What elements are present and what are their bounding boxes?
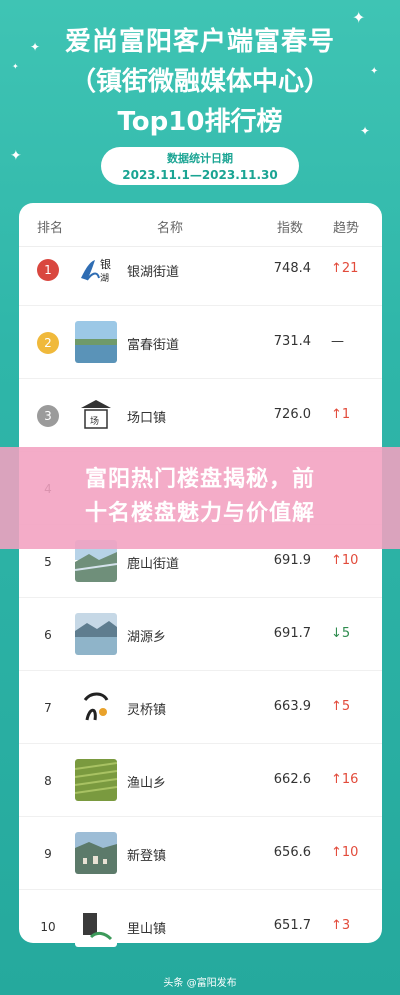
rank-badge-silver: 3 xyxy=(37,405,59,427)
table-row[interactable]: 1 银 湖 银湖街道 748.4 ↑21 xyxy=(19,233,382,306)
svg-text:场: 场 xyxy=(90,416,99,427)
arrow-up-icon: ↑ xyxy=(331,407,342,422)
rank-number: 10 xyxy=(40,920,56,934)
trend-value: 10 xyxy=(341,553,359,568)
trend-value: 5 xyxy=(341,626,351,641)
overlay-banner[interactable]: 富阳热门楼盘揭秘，前 十名楼盘魅力与价值解 xyxy=(0,447,400,549)
photo-thumbnail xyxy=(75,321,117,363)
arrow-up-icon: ↑ xyxy=(331,553,342,568)
photo-thumbnail xyxy=(75,832,117,874)
date-range: 2023.11.1—2023.11.30 xyxy=(122,168,278,182)
footer-credit: 头条 @富阳发布 xyxy=(163,978,237,989)
trend-flat: — xyxy=(331,334,371,349)
rank-number: 7 xyxy=(44,701,52,715)
banner-line-2: 十名楼盘魅力与价值解 xyxy=(84,501,315,526)
row-score: 651.7 xyxy=(273,918,311,933)
row-score: 691.7 xyxy=(273,626,311,641)
trend-up: ↑10 xyxy=(331,845,371,860)
photo-thumbnail xyxy=(75,613,117,655)
row-name: 里山镇 xyxy=(127,922,167,937)
row-score: 691.9 xyxy=(273,553,311,568)
arrow-up-icon: ↑ xyxy=(331,261,342,276)
trend-value: 16 xyxy=(341,772,359,787)
row-score: 663.9 xyxy=(273,699,311,714)
row-name: 鹿山街道 xyxy=(127,557,180,572)
row-score: 726.0 xyxy=(273,407,311,422)
row-score: 656.6 xyxy=(273,845,311,860)
trend-value: — xyxy=(331,334,344,349)
arrow-up-icon: ↑ xyxy=(331,699,342,714)
trend-value: 3 xyxy=(341,918,351,933)
table-row[interactable]: 6 湖源乡 691.7 ↓5 xyxy=(19,598,382,671)
rank-number: 9 xyxy=(44,847,52,861)
rank-number: 6 xyxy=(44,628,52,642)
sparkle-icon: ✦ xyxy=(10,148,22,164)
row-score: 731.4 xyxy=(273,334,311,349)
rank-number: 5 xyxy=(44,555,52,569)
trend-up: ↑3 xyxy=(331,918,371,933)
row-score: 748.4 xyxy=(273,261,311,276)
arrow-down-icon: ↓ xyxy=(331,626,342,641)
table-row[interactable]: 3 场 场口镇 726.0 ↑1 xyxy=(19,379,382,452)
title-line-1: 爱尚富阳客户端富春号 xyxy=(64,27,335,57)
date-label: 数据统计日期 xyxy=(167,152,233,165)
row-name: 渔山乡 xyxy=(127,776,167,791)
trend-down: ↓5 xyxy=(331,626,371,641)
logo-thumbnail: 场 xyxy=(75,394,117,436)
rank-badge-gold: 2 xyxy=(37,332,59,354)
trend-up: ↑16 xyxy=(331,772,371,787)
logo-thumbnail xyxy=(75,905,117,947)
table-row[interactable]: 9 新登镇 656.6 ↑10 xyxy=(19,817,382,890)
row-name: 场口镇 xyxy=(127,411,167,426)
table-row[interactable]: 8 渔山乡 662.6 ↑16 xyxy=(19,744,382,817)
photo-thumbnail xyxy=(75,759,117,801)
banner-line-1: 富阳热门楼盘揭秘，前 xyxy=(84,467,315,492)
trend-value: 21 xyxy=(341,261,359,276)
trend-up: ↑10 xyxy=(331,553,371,568)
page-title: 爱尚富阳客户端富春号 （镇街微融媒体中心） Top10排行榜 xyxy=(0,22,400,142)
ranking-card: 排名 名称 指数 趋势 1 银 湖 银湖街道 748.4 ↑21 2 富春街道 … xyxy=(19,203,382,947)
arrow-up-icon: ↑ xyxy=(331,845,342,860)
trend-up: ↑1 xyxy=(331,407,371,422)
rank-number: 8 xyxy=(44,774,52,788)
trend-value: 10 xyxy=(341,845,359,860)
svg-text:银: 银 xyxy=(100,257,111,271)
svg-text:湖: 湖 xyxy=(100,273,109,284)
trend-value: 5 xyxy=(341,699,351,714)
rank-badge-red: 1 xyxy=(37,259,59,281)
title-line-2: （镇街微融媒体中心） xyxy=(69,67,330,97)
arrow-up-icon: ↑ xyxy=(331,918,342,933)
row-name: 灵桥镇 xyxy=(127,703,167,718)
trend-value: 1 xyxy=(341,407,351,422)
title-line-3: Top10排行榜 xyxy=(117,107,283,137)
row-name: 银湖街道 xyxy=(127,265,180,280)
logo-thumbnail: 银 湖 xyxy=(75,248,117,290)
date-badge: 数据统计日期 2023.11.1—2023.11.30 xyxy=(101,147,299,185)
table-row[interactable]: 7 灵桥镇 663.9 ↑5 xyxy=(19,671,382,744)
row-name: 新登镇 xyxy=(127,849,167,864)
trend-up: ↑5 xyxy=(331,699,371,714)
trend-up: ↑21 xyxy=(331,261,371,276)
logo-thumbnail xyxy=(75,686,117,728)
row-name: 湖源乡 xyxy=(127,630,167,645)
row-name: 富春街道 xyxy=(127,338,180,353)
arrow-up-icon: ↑ xyxy=(331,772,342,787)
table-row[interactable]: 10 里山镇 651.7 ↑3 xyxy=(19,890,382,963)
row-score: 662.6 xyxy=(273,772,311,787)
table-row[interactable]: 2 富春街道 731.4 — xyxy=(19,306,382,379)
